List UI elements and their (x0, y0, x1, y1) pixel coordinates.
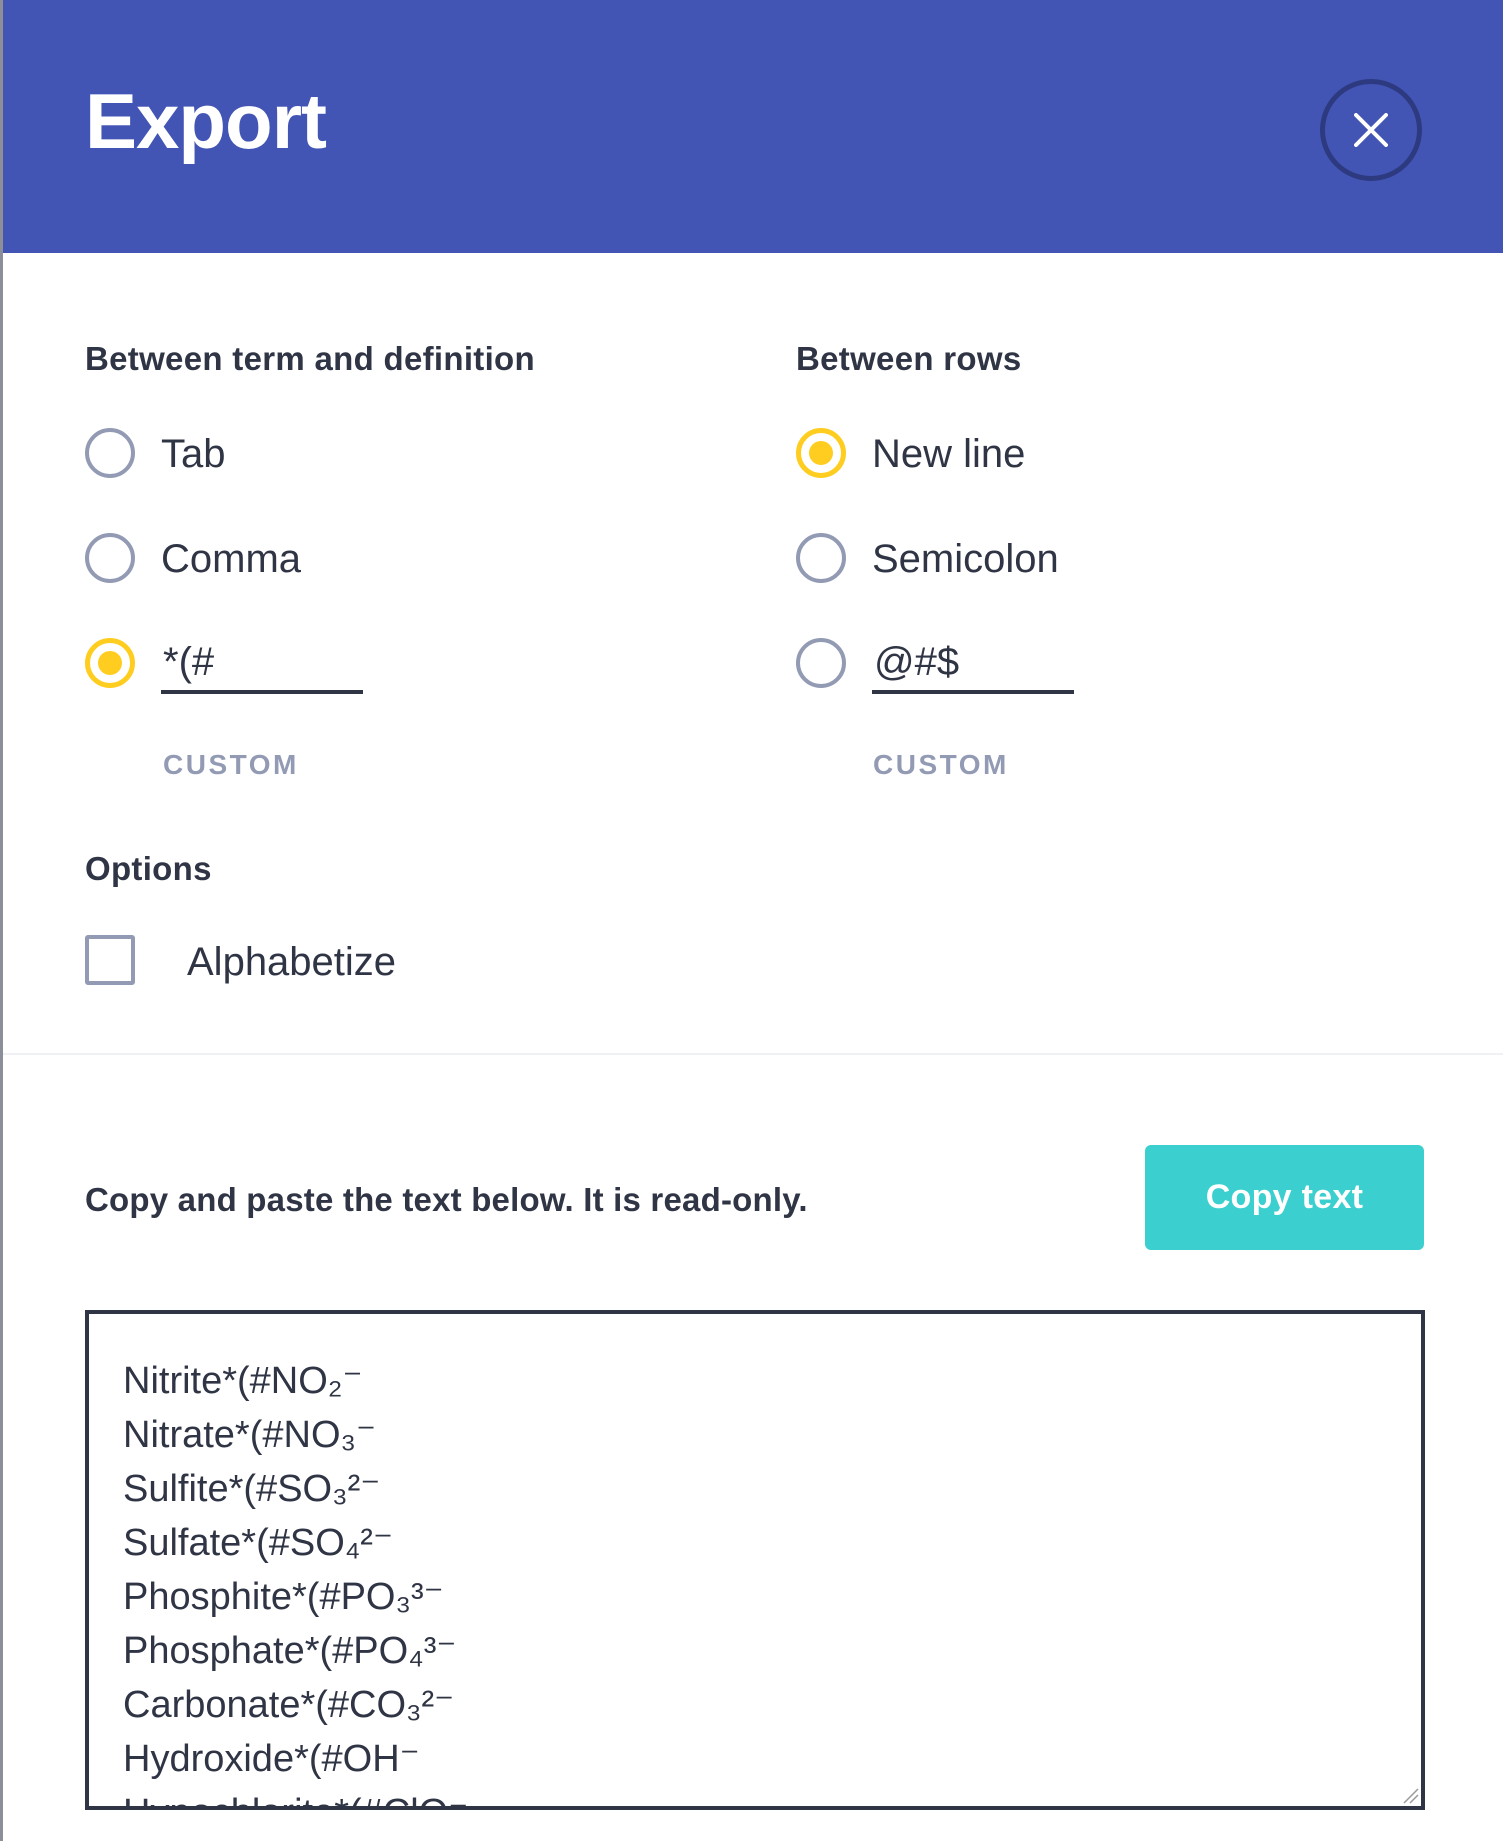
radio-label: Tab (161, 432, 226, 476)
section-divider (3, 1053, 1503, 1055)
radio-button[interactable] (85, 533, 135, 583)
alphabetize-label: Alphabetize (187, 940, 397, 984)
copy-instruction: Copy and paste the text below. It is rea… (85, 1181, 808, 1218)
close-button[interactable] (1320, 79, 1422, 181)
options-heading: Options (85, 850, 212, 887)
custom-term-separator-input[interactable] (161, 634, 363, 694)
radio-button[interactable] (796, 638, 846, 688)
term-definition-heading: Between term and definition (85, 340, 535, 377)
radio-label: Semicolon (872, 537, 1059, 581)
rows-heading: Between rows (796, 340, 1022, 377)
export-line: Hydroxide*(#OH⁻ (123, 1738, 420, 1780)
copy-text-button[interactable]: Copy text (1145, 1145, 1424, 1250)
alphabetize-checkbox[interactable] (85, 935, 135, 985)
export-line: Phosphite*(#PO₃³⁻ (123, 1576, 444, 1618)
close-icon (1354, 113, 1388, 147)
export-line: Hypochlorite*(#ClO⁻ (123, 1786, 468, 1806)
radio-label: Comma (161, 537, 302, 581)
radio-button-selected[interactable] (796, 428, 846, 478)
modal-header: Export (3, 0, 1503, 253)
export-line: Phosphate*(#PO₄³⁻ (123, 1630, 457, 1672)
resize-handle-icon[interactable] (1401, 1786, 1419, 1804)
radio-button-selected[interactable] (85, 638, 135, 688)
export-line: Nitrite*(#NO₂⁻ (123, 1360, 363, 1402)
export-line: Sulfite*(#SO₃²⁻ (123, 1468, 381, 1510)
custom-caption: CUSTOM (163, 749, 299, 780)
export-text-area[interactable]: Nitrite*(#NO₂⁻ Nitrate*(#NO₃⁻ Sulfite*(#… (85, 1310, 1425, 1810)
custom-row-separator-input[interactable] (872, 634, 1074, 694)
export-lines: Nitrite*(#NO₂⁻ Nitrate*(#NO₃⁻ Sulfite*(#… (123, 1354, 468, 1806)
export-line: Nitrate*(#NO₃⁻ (123, 1414, 377, 1456)
custom-caption: CUSTOM (873, 749, 1009, 780)
modal-title: Export (85, 77, 327, 165)
export-line: Sulfate*(#SO₄²⁻ (123, 1522, 394, 1564)
export-modal: Export Between term and definition Tab C… (0, 0, 1503, 1841)
radio-button[interactable] (796, 533, 846, 583)
radio-button[interactable] (85, 428, 135, 478)
export-line: Carbonate*(#CO₃²⁻ (123, 1684, 455, 1726)
radio-label: New line (872, 432, 1026, 476)
